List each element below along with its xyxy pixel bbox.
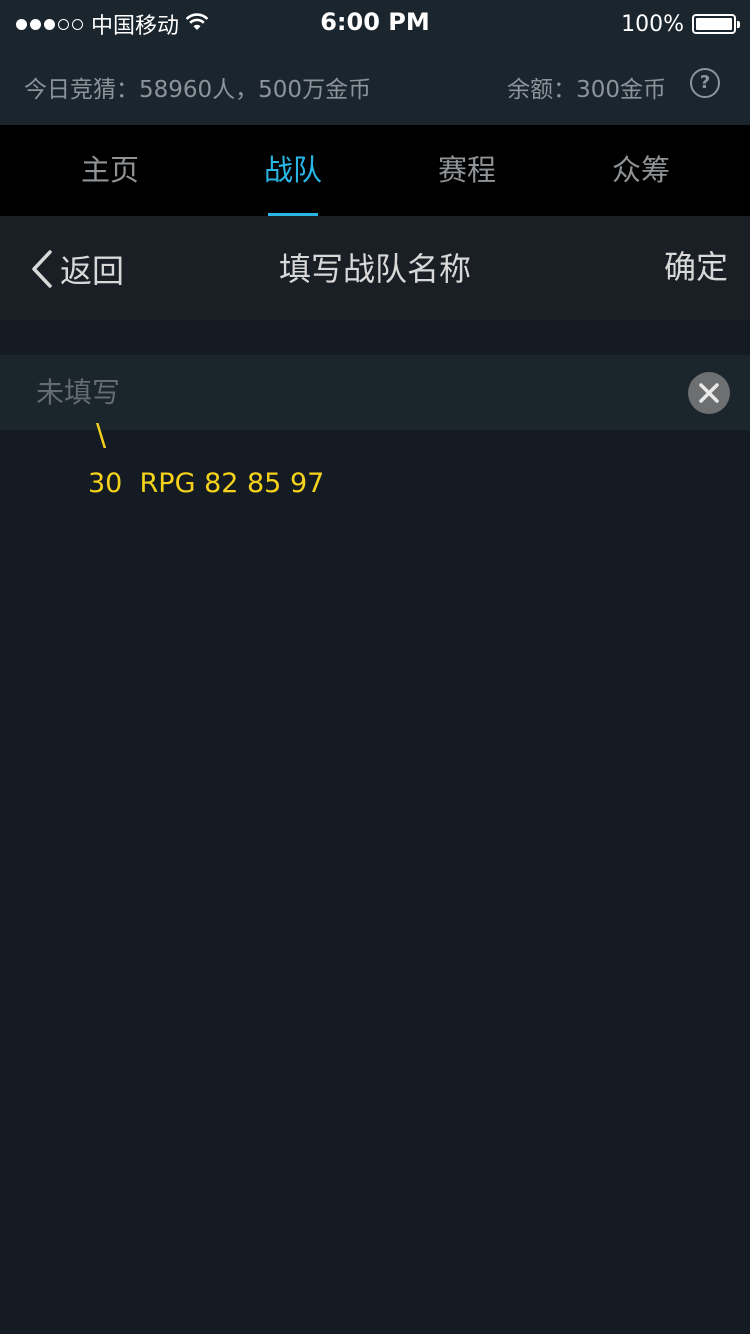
- page-header: 返回 填写战队名称 确定: [0, 216, 750, 320]
- clear-button[interactable]: [688, 372, 730, 414]
- tab-team[interactable]: 战队: [223, 125, 363, 216]
- annotation-note: 30 RPG 82 85 97: [88, 468, 325, 499]
- confirm-button[interactable]: 确定: [664, 244, 728, 290]
- tab-home[interactable]: 主页: [40, 125, 180, 216]
- tab-label: 主页: [80, 153, 139, 187]
- close-icon: [688, 372, 730, 414]
- info-bar: 今日竞猜：58960人，500万金币 余额：300金币 ?: [0, 48, 750, 125]
- status-bar-right: 100%: [621, 10, 740, 38]
- battery-percentage: 100%: [621, 11, 684, 37]
- tab-label: 战队: [263, 153, 322, 187]
- team-name-field: [0, 355, 750, 430]
- battery-icon: [692, 14, 740, 34]
- nav-tabs: 主页 战队 赛程 众筹: [0, 125, 750, 216]
- tab-crowdfunding[interactable]: 众筹: [571, 125, 711, 216]
- team-name-input[interactable]: [36, 355, 656, 430]
- status-bar: 中国移动 6:00 PM 100%: [0, 0, 750, 48]
- tab-label: 众筹: [611, 153, 670, 187]
- tab-schedule[interactable]: 赛程: [397, 125, 537, 216]
- page-title: 填写战队名称: [278, 250, 471, 288]
- tab-label: 赛程: [437, 153, 496, 187]
- balance-text: 余额：300金币: [507, 77, 666, 103]
- battery-fill: [696, 18, 732, 30]
- help-icon[interactable]: ?: [690, 68, 720, 98]
- team-name-page: 中国移动 6:00 PM 100% 今日竞猜：58960人，500万金币 余额：…: [0, 0, 750, 1334]
- annotation-pointer: \: [96, 418, 107, 453]
- today-guess-stats: 今日竞猜：58960人，500万金币: [24, 77, 372, 103]
